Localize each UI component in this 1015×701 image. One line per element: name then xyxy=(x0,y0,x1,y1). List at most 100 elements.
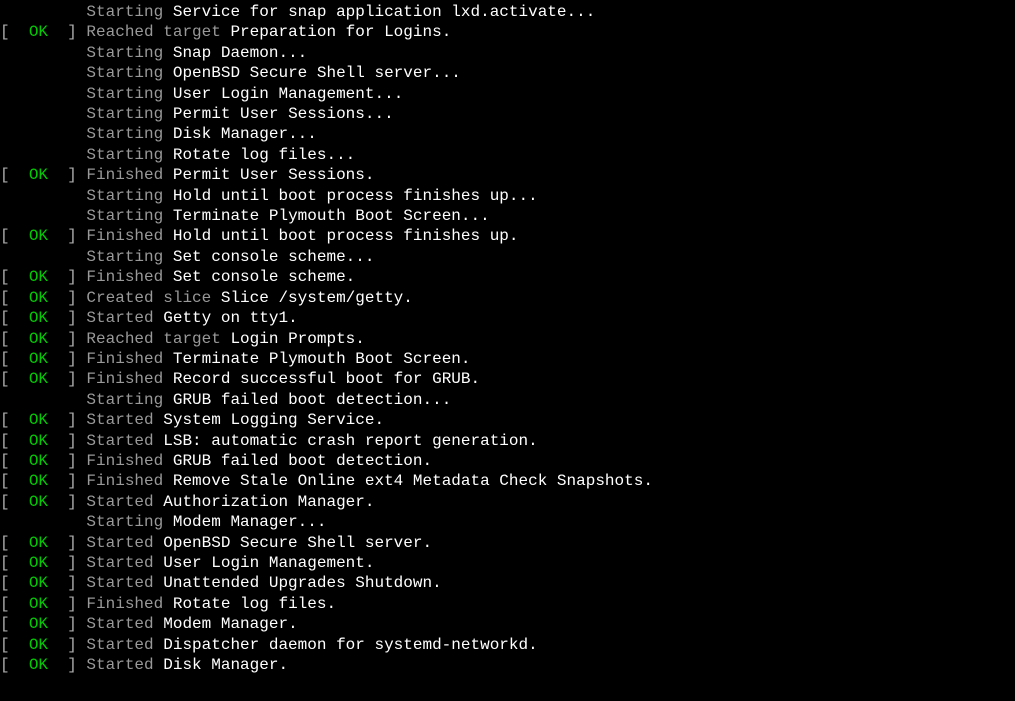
action-subject: Disk Manager xyxy=(173,124,288,144)
action-verb: Started xyxy=(86,614,163,634)
action-subject: Remove Stale Online ext4 Metadata Check … xyxy=(173,471,643,491)
boot-line: [ OK ] Started OpenBSD Secure Shell serv… xyxy=(0,533,1015,553)
boot-line: [ OK ] Reached target Preparation for Lo… xyxy=(0,22,1015,42)
ok-status: OK xyxy=(29,595,48,613)
boot-line: [ OK ] Finished Hold until boot process … xyxy=(0,226,1015,246)
boot-line: [ OK ] Started Unattended Upgrades Shutd… xyxy=(0,573,1015,593)
action-verb: Starting xyxy=(86,84,172,104)
line-suffix: . xyxy=(288,308,298,328)
boot-line: [ OK ] Finished Set console scheme. xyxy=(0,267,1015,287)
action-subject: Dispatcher daemon for systemd-networkd xyxy=(163,635,528,655)
status-prefix xyxy=(0,124,86,144)
ok-status: OK xyxy=(29,289,48,307)
status-prefix: [ OK ] xyxy=(0,349,86,369)
action-subject: Record successful boot for GRUB xyxy=(173,369,471,389)
boot-line: Starting Rotate log files... xyxy=(0,145,1015,165)
ok-status: OK xyxy=(29,656,48,674)
boot-line: Starting Service for snap application lx… xyxy=(0,2,1015,22)
status-prefix xyxy=(0,186,86,206)
action-subject: Hold until boot process finishes up xyxy=(173,226,509,246)
boot-line: [ OK ] Finished Rotate log files. xyxy=(0,594,1015,614)
line-suffix: . xyxy=(461,349,471,369)
action-subject: Permit User Sessions xyxy=(173,165,365,185)
action-verb: Started xyxy=(86,533,163,553)
action-verb: Starting xyxy=(86,186,172,206)
boot-line: Starting Disk Manager... xyxy=(0,124,1015,144)
status-prefix: [ OK ] xyxy=(0,655,86,675)
action-subject: GRUB failed boot detection xyxy=(173,451,423,471)
boot-line: [ OK ] Started System Logging Service. xyxy=(0,410,1015,430)
line-suffix: ... xyxy=(346,247,375,267)
action-subject: Disk Manager xyxy=(163,655,278,675)
ok-status: OK xyxy=(29,411,48,429)
ok-status: OK xyxy=(29,23,48,41)
line-suffix: ... xyxy=(326,145,355,165)
action-subject: Snap Daemon xyxy=(173,43,279,63)
action-verb: Started xyxy=(86,492,163,512)
action-verb: Reached target xyxy=(86,329,230,349)
action-verb: Finished xyxy=(86,267,172,287)
status-prefix: [ OK ] xyxy=(0,410,86,430)
action-verb: Reached target xyxy=(86,22,230,42)
boot-line: [ OK ] Finished Permit User Sessions. xyxy=(0,165,1015,185)
boot-line: [ OK ] Started Dispatcher daemon for sys… xyxy=(0,635,1015,655)
status-prefix xyxy=(0,2,86,22)
action-verb: Starting xyxy=(86,206,172,226)
status-prefix: [ OK ] xyxy=(0,308,86,328)
ok-status: OK xyxy=(29,330,48,348)
status-prefix: [ OK ] xyxy=(0,267,86,287)
boot-line: [ OK ] Created slice Slice /system/getty… xyxy=(0,288,1015,308)
status-prefix: [ OK ] xyxy=(0,288,86,308)
status-prefix: [ OK ] xyxy=(0,451,86,471)
boot-line: [ OK ] Started Disk Manager. xyxy=(0,655,1015,675)
line-suffix: . xyxy=(509,226,519,246)
status-prefix xyxy=(0,145,86,165)
line-suffix: . xyxy=(355,329,365,349)
action-subject: Login Prompts xyxy=(230,329,355,349)
action-verb: Created slice xyxy=(86,288,220,308)
status-prefix: [ OK ] xyxy=(0,226,86,246)
boot-line: [ OK ] Finished Record successful boot f… xyxy=(0,369,1015,389)
action-subject: GRUB failed boot detection xyxy=(173,390,423,410)
action-verb: Starting xyxy=(86,145,172,165)
status-prefix xyxy=(0,104,86,124)
boot-line: [ OK ] Finished GRUB failed boot detecti… xyxy=(0,451,1015,471)
ok-status: OK xyxy=(29,370,48,388)
action-subject: Hold until boot process finishes up xyxy=(173,186,509,206)
line-suffix: ... xyxy=(365,104,394,124)
line-suffix: . xyxy=(326,594,336,614)
line-suffix: ... xyxy=(432,63,461,83)
ok-status: OK xyxy=(29,350,48,368)
line-suffix: . xyxy=(422,451,432,471)
line-suffix: . xyxy=(528,431,538,451)
boot-line: [ OK ] Started User Login Management. xyxy=(0,553,1015,573)
line-suffix: . xyxy=(403,288,413,308)
action-subject: Service for snap application lxd.activat… xyxy=(173,2,567,22)
action-subject: Modem Manager xyxy=(173,512,298,532)
action-verb: Finished xyxy=(86,471,172,491)
status-prefix: [ OK ] xyxy=(0,165,86,185)
status-prefix xyxy=(0,247,86,267)
status-prefix: [ OK ] xyxy=(0,635,86,655)
line-suffix: ... xyxy=(422,390,451,410)
ok-status: OK xyxy=(29,574,48,592)
action-verb: Started xyxy=(86,431,163,451)
action-subject: Permit User Sessions xyxy=(173,104,365,124)
boot-line: Starting Snap Daemon... xyxy=(0,43,1015,63)
line-suffix: . xyxy=(346,267,356,287)
action-subject: OpenBSD Secure Shell server xyxy=(163,533,422,553)
action-verb: Starting xyxy=(86,43,172,63)
status-prefix xyxy=(0,512,86,532)
action-subject: User Login Management xyxy=(163,553,365,573)
line-suffix: . xyxy=(422,533,432,553)
boot-line: Starting GRUB failed boot detection... xyxy=(0,390,1015,410)
boot-line: [ OK ] Reached target Login Prompts. xyxy=(0,329,1015,349)
line-suffix: ... xyxy=(288,124,317,144)
action-verb: Finished xyxy=(86,349,172,369)
action-verb: Started xyxy=(86,573,163,593)
status-prefix: [ OK ] xyxy=(0,594,86,614)
boot-line: Starting User Login Management... xyxy=(0,84,1015,104)
action-subject: Rotate log files xyxy=(173,145,327,165)
action-verb: Starting xyxy=(86,124,172,144)
boot-line: [ OK ] Started LSB: automatic crash repo… xyxy=(0,431,1015,451)
